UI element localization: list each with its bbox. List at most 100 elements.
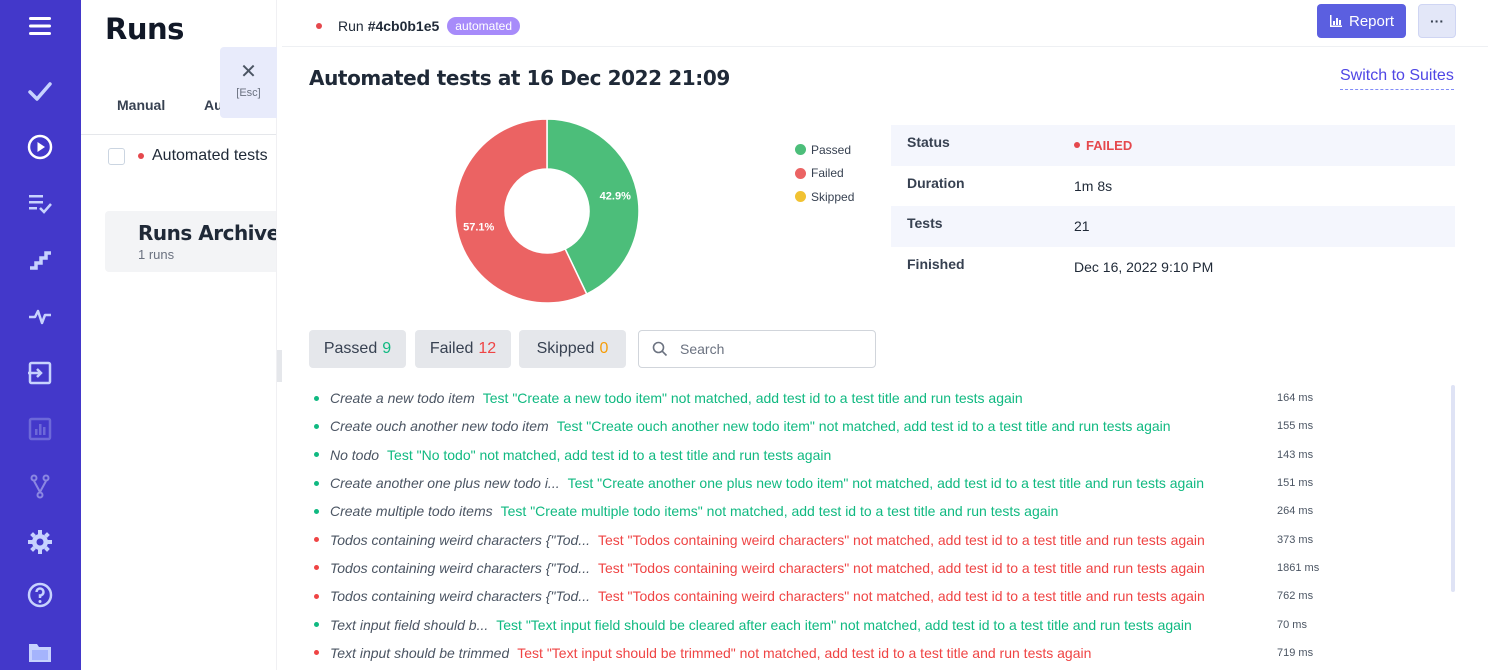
- test-status-dot: [314, 650, 319, 656]
- run-detail-panel: Run #4cb0b1e5 automated Report ··· Autom…: [282, 0, 1488, 670]
- donut-data-label: 57.1%: [463, 221, 494, 233]
- test-title: Todos containing weird characters {"Tod.…: [330, 588, 590, 605]
- report-button[interactable]: Report: [1317, 4, 1406, 38]
- test-results-list: Create a new todo item Test "Create a new…: [314, 384, 1364, 667]
- search-input[interactable]: [680, 341, 860, 357]
- menu-icon[interactable]: [22, 8, 58, 44]
- steps-icon[interactable]: [22, 242, 58, 278]
- donut-data-label: 42.9%: [600, 191, 631, 203]
- filter-count: 0: [599, 340, 609, 357]
- test-duration: 151 ms: [1277, 477, 1314, 490]
- test-duration: 164 ms: [1277, 392, 1314, 405]
- summary-value: 1m 8s: [1074, 177, 1113, 194]
- test-row[interactable]: Todos containing weird characters {"Tod.…: [314, 554, 1364, 582]
- import-icon[interactable]: [22, 355, 58, 391]
- gear-icon[interactable]: [22, 524, 58, 560]
- test-message: Test "Create another one plus new todo i…: [567, 475, 1205, 492]
- filter-count: 12: [478, 340, 497, 357]
- test-duration: 373 ms: [1277, 533, 1314, 546]
- test-row[interactable]: Text input should be trimmed Test "Text i…: [314, 639, 1364, 667]
- runs-archive-title: Runs Archive: [138, 221, 277, 245]
- page-title: Runs: [105, 12, 184, 46]
- failed-status-dot: [1074, 142, 1080, 149]
- test-row[interactable]: Text input field should b... Test "Text i…: [314, 610, 1364, 638]
- test-row[interactable]: No todo Test "No todo" not matched, add t…: [314, 441, 1364, 469]
- legend-item-skipped[interactable]: Skipped: [795, 185, 854, 209]
- report-button-label: Report: [1348, 12, 1395, 30]
- test-duration: 1861 ms: [1277, 561, 1320, 574]
- filter-label: Passed: [323, 340, 378, 357]
- test-title: Todos containing weird characters {"Tod.…: [330, 531, 590, 548]
- runs-archive[interactable]: Runs Archive 1 runs: [105, 211, 277, 272]
- scrollbar-thumb[interactable]: [1451, 385, 1455, 592]
- legend-dot-failed: [795, 167, 806, 179]
- more-options-button[interactable]: ···: [1418, 4, 1456, 38]
- status-value: FAILED: [1086, 137, 1133, 153]
- test-title: Create multiple todo items: [330, 503, 493, 520]
- test-row[interactable]: Todos containing weird characters {"Tod.…: [314, 525, 1364, 553]
- test-message: Test "No todo" not matched, add test id …: [387, 446, 832, 463]
- legend-item-failed[interactable]: Failed: [795, 162, 854, 186]
- test-message: Test "Todos containing weird characters"…: [597, 531, 1205, 548]
- run-list-item-label: Automated tests: [152, 147, 268, 164]
- summary-value: Dec 16, 2022 9:10 PM: [1074, 258, 1214, 275]
- test-status-dot: [314, 395, 319, 401]
- switch-to-suites-link[interactable]: Switch to Suites: [1340, 67, 1454, 90]
- test-duration: 264 ms: [1277, 505, 1314, 518]
- test-status-dot: [314, 480, 319, 486]
- check-icon[interactable]: [22, 73, 58, 109]
- close-button[interactable]: ✕ [Esc]: [220, 47, 277, 118]
- status-donut-chart: 42.9% 57.1%: [454, 118, 640, 304]
- search-field[interactable]: [638, 330, 876, 368]
- pulse-icon[interactable]: [22, 298, 58, 334]
- test-row[interactable]: Create ouch another new todo item Test "C…: [314, 412, 1364, 440]
- failed-status-dot: [316, 23, 322, 29]
- list-check-icon[interactable]: [22, 185, 58, 221]
- test-title: No todo: [330, 446, 380, 463]
- summary-row-status: Status FAILED: [891, 125, 1455, 166]
- test-row[interactable]: Todos containing weird characters {"Tod.…: [314, 582, 1364, 610]
- run-id: #4cb0b1e5: [367, 18, 440, 34]
- run-list-item[interactable]: Automated tests: [108, 147, 268, 165]
- test-message: Test "Todos containing weird characters"…: [597, 588, 1205, 605]
- run-header: Run #4cb0b1e5 automated Report ···: [282, 0, 1488, 47]
- chart-legend: Passed Failed Skipped: [795, 138, 854, 209]
- filter-failed-button[interactable]: Failed 12: [415, 330, 511, 368]
- tab-manual[interactable]: Manual: [117, 97, 165, 113]
- run-label: Run: [338, 18, 364, 34]
- test-title: Create a new todo item: [330, 390, 475, 407]
- test-message: Test "Create ouch another new todo item"…: [556, 418, 1171, 435]
- test-status-dot: [314, 423, 319, 429]
- legend-label-skipped: Skipped: [811, 189, 855, 204]
- summary-key: Tests: [907, 215, 943, 232]
- test-row[interactable]: Create another one plus new todo i... Tes…: [314, 469, 1364, 497]
- summary-row-duration: Duration 1m 8s: [891, 166, 1455, 207]
- summary-key: Status: [907, 134, 950, 151]
- run-checkbox[interactable]: [108, 147, 125, 165]
- test-message: Test "Text input should be trimmed" not …: [517, 644, 1092, 661]
- automated-badge: automated: [447, 17, 521, 35]
- test-row[interactable]: Create a new todo item Test "Create a new…: [314, 384, 1364, 412]
- filter-passed-button[interactable]: Passed 9: [309, 330, 406, 368]
- test-status-dot: [314, 565, 319, 571]
- test-status-dot: [314, 452, 319, 458]
- run-id-label: Run #4cb0b1e5 automated: [316, 17, 521, 35]
- legend-label-passed: Passed: [811, 142, 852, 157]
- test-title: Text input field should b...: [330, 616, 489, 633]
- test-row[interactable]: Create multiple todo items Test "Create m…: [314, 497, 1364, 525]
- branch-icon[interactable]: [22, 468, 58, 504]
- filter-skipped-button[interactable]: Skipped 0: [519, 330, 626, 368]
- legend-item-passed[interactable]: Passed: [795, 138, 854, 162]
- test-status-dot: [314, 593, 319, 599]
- folder-icon[interactable]: [22, 634, 58, 670]
- close-icon: ✕: [240, 61, 257, 83]
- play-icon[interactable]: [22, 129, 58, 165]
- help-icon[interactable]: [22, 577, 58, 613]
- analytics-icon[interactable]: [22, 411, 58, 447]
- filter-label: Skipped: [536, 340, 595, 357]
- filter-count: 9: [382, 340, 392, 357]
- test-status-dot: [314, 537, 319, 543]
- test-title: Create another one plus new todo i...: [330, 475, 560, 492]
- close-shortcut-hint: [Esc]: [236, 87, 261, 99]
- divider: [81, 134, 276, 135]
